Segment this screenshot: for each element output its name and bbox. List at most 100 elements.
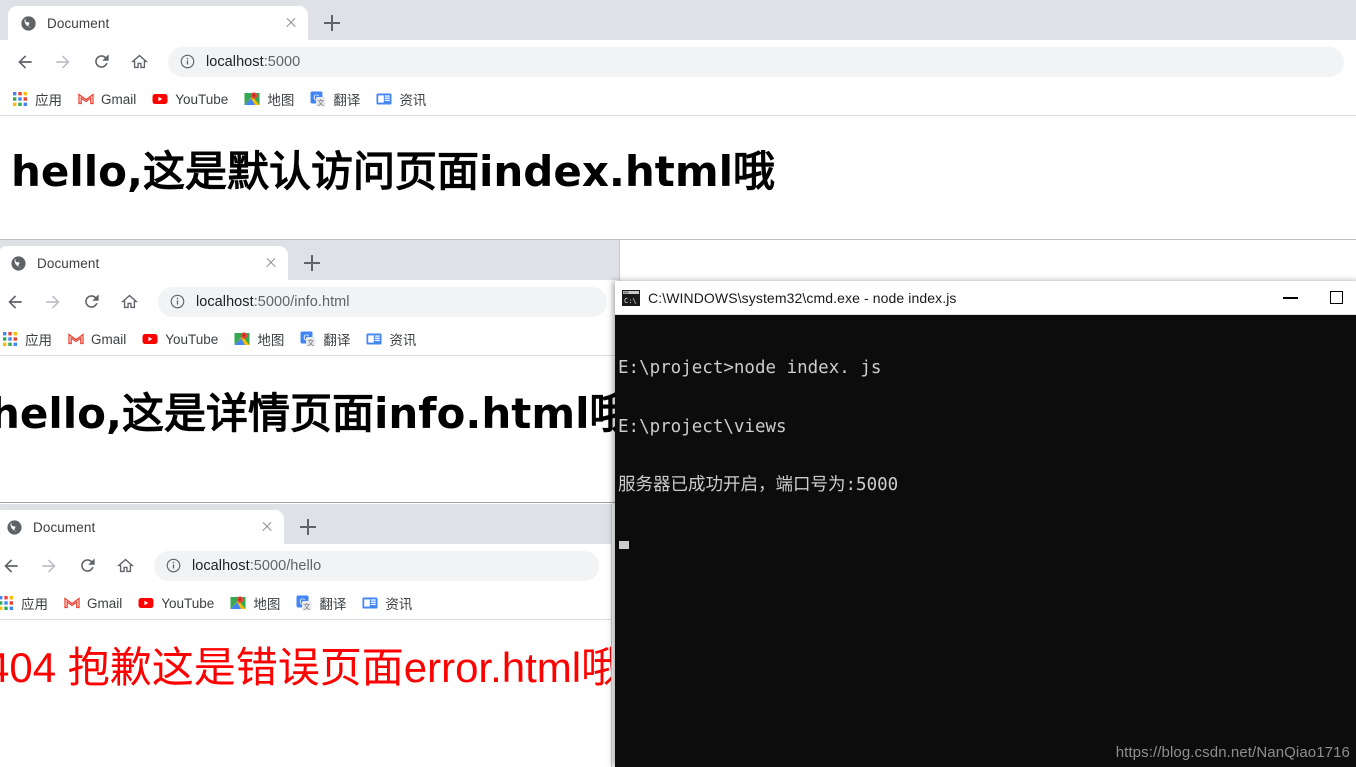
bookmark-youtube[interactable]: YouTube (138, 595, 214, 611)
bookmark-label: Gmail (87, 595, 123, 611)
reload-icon (94, 54, 109, 68)
new-tab-button[interactable] (318, 9, 346, 37)
info-circle-icon[interactable] (180, 54, 195, 69)
close-icon[interactable] (262, 254, 280, 272)
cmd-maximize-button[interactable] (1314, 281, 1356, 314)
bookmark-translate[interactable]: G 文 翻译 (300, 329, 350, 349)
cmd-titlebar[interactable]: C:\ C:\WINDOWS\system32\cmd.exe - node i… (615, 281, 1356, 315)
cmd-line: E:\project>node index. js (618, 358, 882, 378)
tab-title: Document (47, 15, 110, 31)
bookmark-news[interactable]: 资讯 (362, 593, 412, 613)
bookmark-maps[interactable]: 地图 (244, 89, 294, 109)
translate-icon: G 文 (310, 91, 326, 107)
new-tab-button[interactable] (298, 249, 326, 277)
bookmark-label: Gmail (91, 331, 127, 347)
bookmark-label: 应用 (25, 333, 52, 348)
maximize-icon (1330, 291, 1343, 304)
bookmark-label: 地图 (257, 333, 285, 348)
translate-icon: G 文 (300, 331, 316, 347)
bookmark-label: 应用 (35, 93, 62, 108)
bookmark-label: YouTube (161, 595, 215, 611)
cmd-line: E:\project\views (618, 416, 787, 437)
address-bar[interactable]: localhost:5000/info.html (158, 286, 607, 317)
apps-grid-icon (3, 332, 17, 346)
back-button[interactable] (0, 287, 30, 317)
back-button[interactable] (10, 47, 40, 77)
bookmark-youtube[interactable]: YouTube (152, 91, 228, 107)
bookmark-youtube[interactable]: YouTube (142, 331, 218, 347)
reload-icon (84, 294, 99, 308)
bookmark-label: YouTube (165, 331, 219, 347)
reload-button[interactable] (76, 287, 106, 317)
forward-button[interactable] (48, 47, 78, 77)
close-icon[interactable] (258, 518, 276, 536)
page-heading: hello,这是默认访问页面index.html哦 (11, 147, 776, 196)
address-bar[interactable]: localhost:5000/hello (154, 550, 599, 581)
bookmark-gmail[interactable]: Gmail (64, 595, 122, 611)
tab-title: Document (37, 255, 100, 271)
toolbar: localhost:5000/hello (0, 544, 611, 587)
bookmark-label: YouTube (175, 91, 229, 107)
browser-window-index[interactable]: Document localhost:5000 应用 Gmail YouTube… (0, 0, 1356, 240)
forward-button[interactable] (38, 287, 68, 317)
bookmark-label: Gmail (101, 91, 137, 107)
forward-button[interactable] (34, 551, 64, 581)
cmd-minimize-button[interactable] (1268, 281, 1314, 314)
cmd-console-output[interactable]: E:\project>node index. js E:\project\vie… (615, 315, 1356, 593)
minimize-icon (1283, 297, 1298, 299)
address-bar[interactable]: localhost:5000 (168, 46, 1344, 77)
close-icon[interactable] (282, 14, 300, 32)
bookmark-apps[interactable]: 应用 (12, 89, 62, 109)
browser-window-info[interactable]: Document localhost:5000/info.html 应用 Gma… (0, 240, 620, 503)
bookmark-label: 应用 (21, 597, 48, 612)
page-viewport: hello,这是默认访问页面index.html哦 (0, 116, 1356, 222)
bookmark-apps[interactable]: 应用 (2, 329, 52, 349)
arrow-right-icon (42, 558, 56, 573)
maps-icon (244, 92, 260, 105)
tabstrip-area: Document (0, 0, 1356, 40)
bookmark-maps[interactable]: 地图 (234, 329, 284, 349)
bookmark-apps[interactable]: 应用 (0, 593, 48, 613)
toolbar: localhost:5000 (0, 40, 1356, 83)
bookmark-label: 地图 (267, 93, 295, 108)
home-button[interactable] (114, 287, 144, 317)
maps-icon (234, 332, 250, 345)
bookmark-news[interactable]: 资讯 (376, 89, 426, 109)
url-rest: :5000/hello (249, 557, 322, 574)
info-circle-icon[interactable] (170, 294, 185, 309)
url-text: localhost:5000/hello (192, 558, 321, 574)
bookmark-gmail[interactable]: Gmail (68, 331, 126, 347)
url-rest: :5000/info.html (253, 293, 350, 310)
home-icon (130, 54, 148, 69)
bookmark-maps[interactable]: 地图 (230, 593, 280, 613)
home-button[interactable] (110, 551, 140, 581)
page-viewport: hello,这是详情页面info.html哦 (0, 356, 619, 480)
bookmark-translate[interactable]: G 文 翻译 (310, 89, 360, 109)
tab-title: Document (33, 519, 96, 535)
apps-grid-icon (13, 92, 27, 106)
bookmark-label: 资讯 (385, 597, 413, 612)
svg-text:C:\: C:\ (624, 297, 637, 305)
tab-document[interactable]: Document (8, 6, 308, 40)
news-icon (362, 597, 378, 609)
new-tab-button[interactable] (294, 513, 322, 541)
bookmark-gmail[interactable]: Gmail (78, 91, 136, 107)
cmd-title-text: C:\WINDOWS\system32\cmd.exe - node index… (648, 289, 957, 306)
bookmark-label: 地图 (253, 597, 281, 612)
watermark-text: https://blog.csdn.net/NanQiao1716 (1115, 744, 1350, 761)
bookmark-translate[interactable]: G 文 翻译 (296, 593, 346, 613)
tab-document[interactable]: Document (0, 510, 284, 544)
gmail-icon (64, 597, 80, 609)
info-circle-icon[interactable] (166, 558, 181, 573)
url-host: localhost (206, 53, 264, 70)
home-button[interactable] (124, 47, 154, 77)
browser-window-hello[interactable]: Document localhost:5000/hello 应用 Gmail Y… (0, 504, 612, 767)
reload-button[interactable] (86, 47, 116, 77)
tab-document[interactable]: Document (0, 246, 288, 280)
gmail-icon (78, 93, 94, 105)
cmd-window[interactable]: C:\ C:\WINDOWS\system32\cmd.exe - node i… (615, 281, 1356, 767)
bookmarks-bar: 应用 Gmail YouTube 地图 文 翻译 资讯 (0, 83, 1356, 116)
back-button[interactable] (0, 551, 26, 581)
bookmark-news[interactable]: 资讯 (366, 329, 416, 349)
reload-button[interactable] (72, 551, 102, 581)
